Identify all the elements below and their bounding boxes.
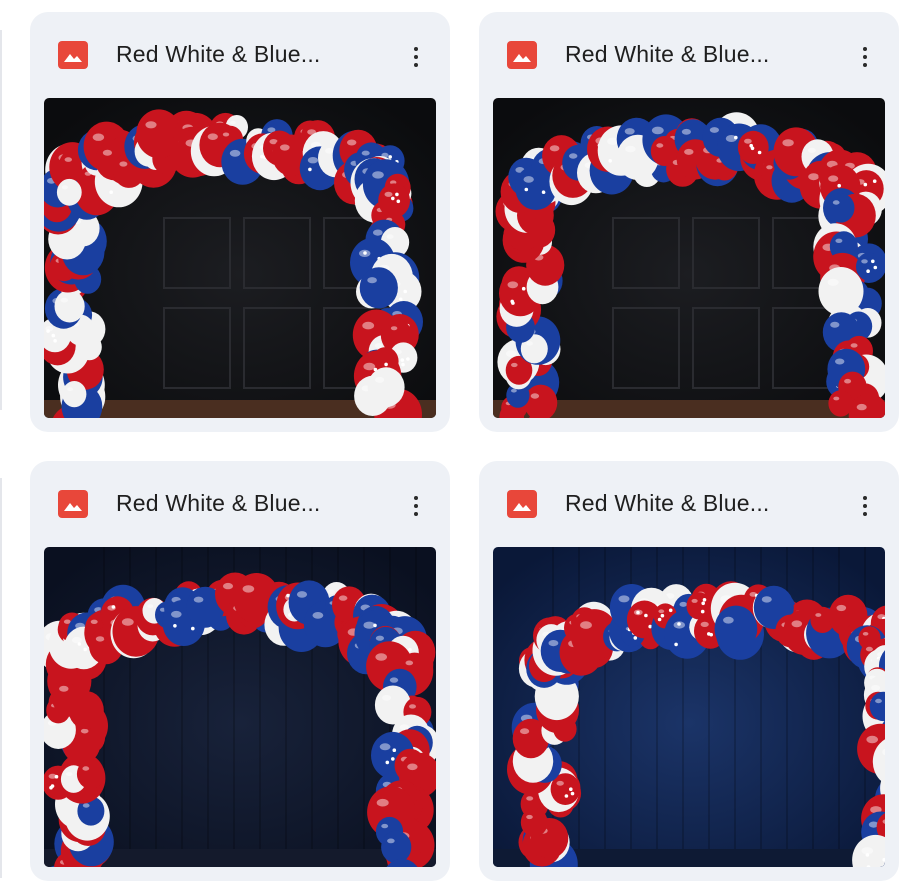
file-name[interactable]: Red White & Blue... (116, 41, 366, 68)
file-card-header: Red White & Blue... (30, 12, 450, 98)
left-panel-divider (0, 30, 2, 410)
file-name[interactable]: Red White & Blue... (565, 41, 815, 68)
file-card-header: Red White & Blue... (30, 461, 450, 547)
more-vert-icon[interactable] (845, 37, 885, 77)
file-thumbnail[interactable] (44, 98, 436, 418)
more-vert-icon[interactable] (396, 486, 436, 526)
left-panel-divider (0, 478, 2, 878)
image-file-icon (507, 490, 537, 518)
file-card[interactable]: Red White & Blue... (479, 12, 899, 432)
more-vert-icon[interactable] (396, 37, 436, 77)
file-card-header: Red White & Blue... (479, 12, 899, 98)
file-name[interactable]: Red White & Blue... (116, 490, 366, 517)
file-thumbnail[interactable] (44, 547, 436, 867)
file-card[interactable]: Red White & Blue... (479, 461, 899, 881)
file-name[interactable]: Red White & Blue... (565, 490, 815, 517)
file-card[interactable]: Red White & Blue... (30, 461, 450, 881)
image-file-icon (58, 490, 88, 518)
more-vert-icon[interactable] (845, 486, 885, 526)
file-thumbnail[interactable] (493, 547, 885, 867)
file-card[interactable]: Red White & Blue... (30, 12, 450, 432)
image-file-icon (58, 41, 88, 69)
file-thumbnail[interactable] (493, 98, 885, 418)
file-card-header: Red White & Blue... (479, 461, 899, 547)
image-file-icon (507, 41, 537, 69)
